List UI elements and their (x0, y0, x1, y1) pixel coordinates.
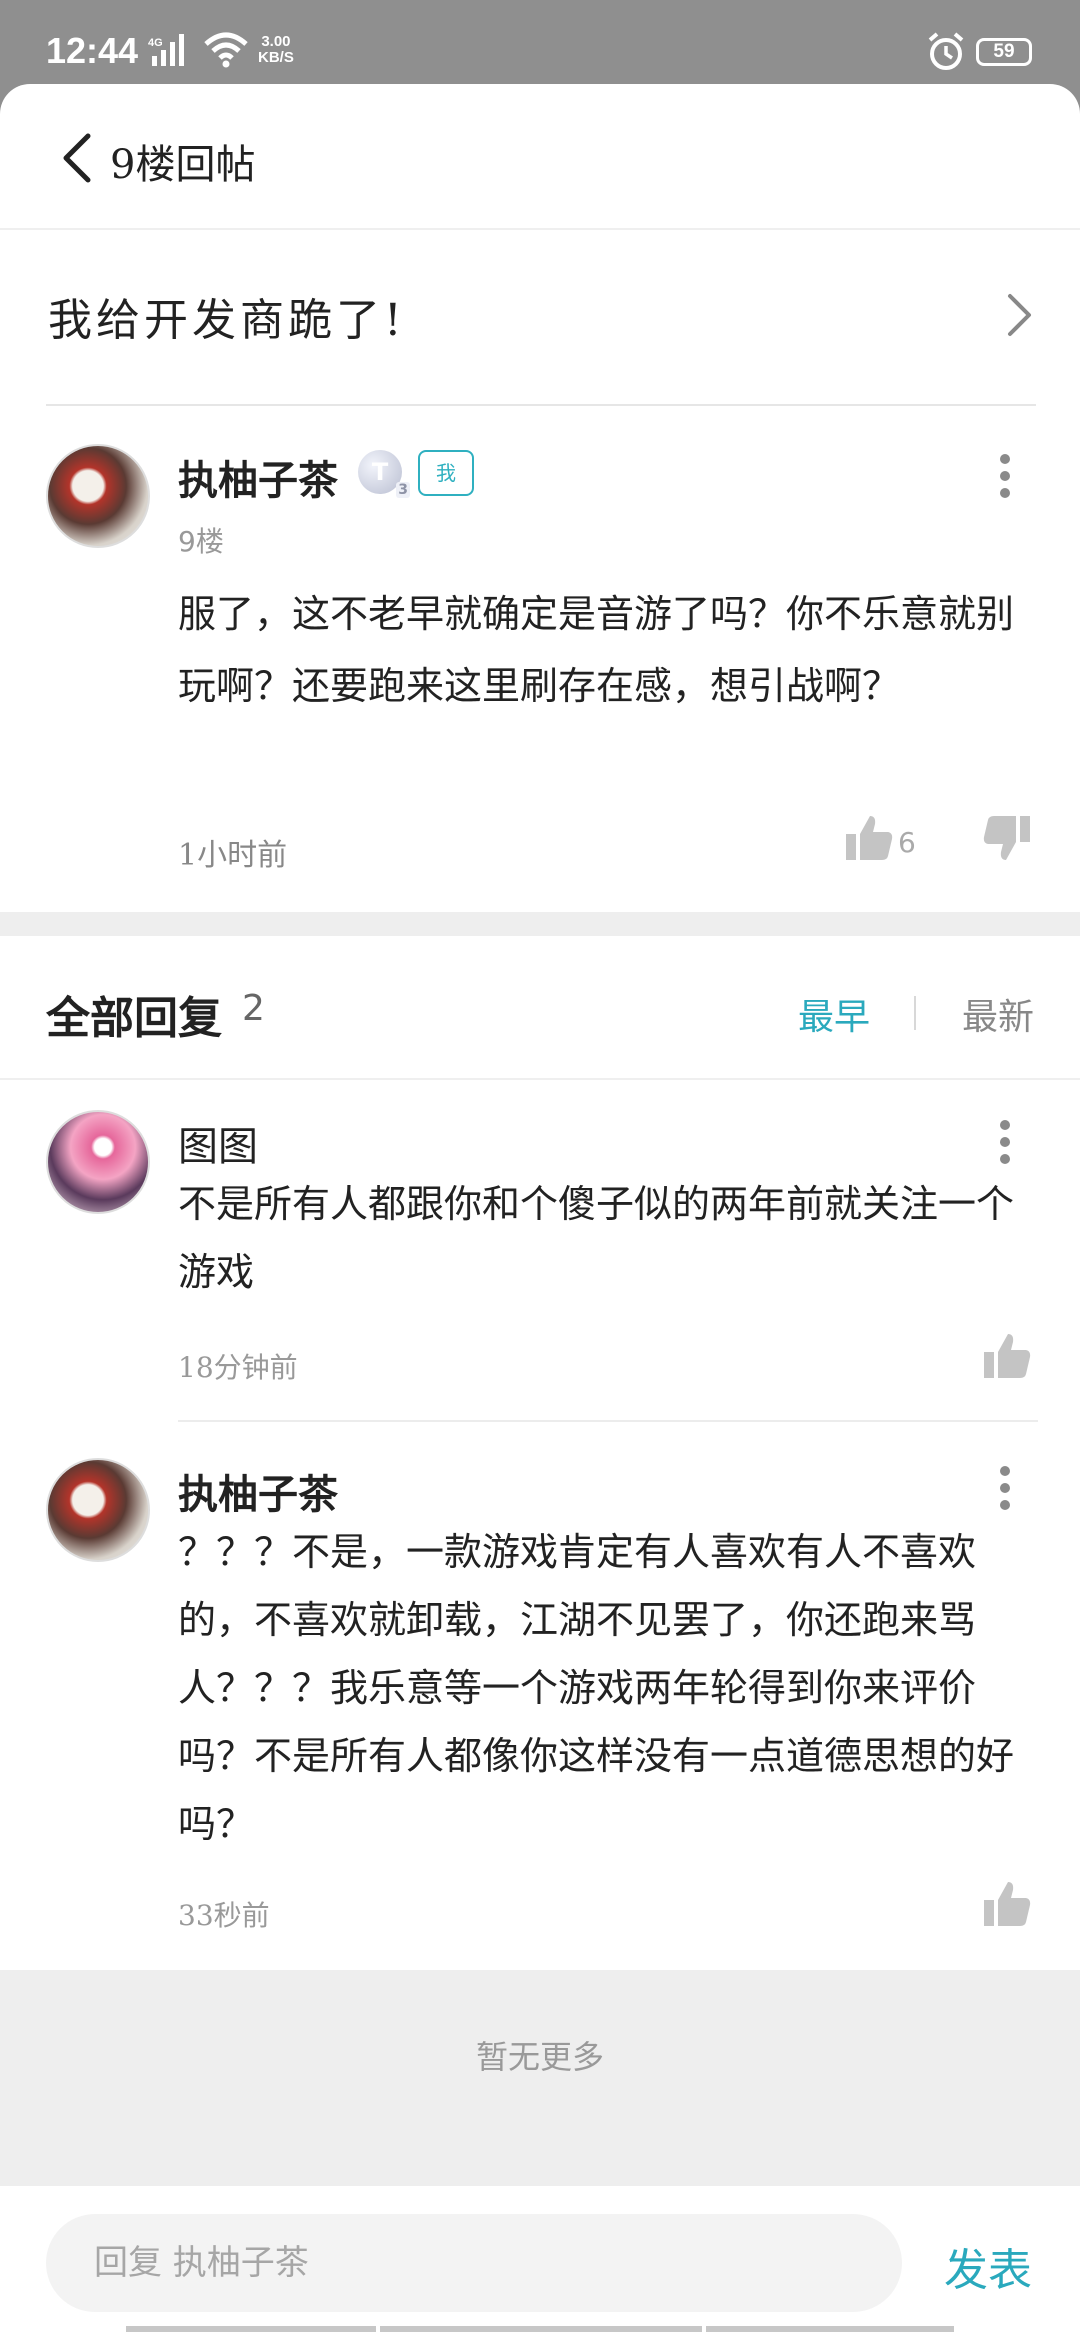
signal-icon: 4G (148, 34, 184, 66)
no-more-text: 暂无更多 (475, 2038, 604, 2076)
reply-input[interactable] (46, 2214, 902, 2312)
thread-link[interactable]: 我给开发商跪了! (0, 230, 1080, 408)
sort-earliest-tab[interactable]: 最早 (798, 988, 870, 1040)
speed-value: 3.00 (261, 33, 291, 50)
reply-time: 18分钟前 (178, 1351, 298, 1384)
level-letter: T (371, 458, 389, 486)
reply-time: 33秒前 (178, 1899, 270, 1932)
section-gap (0, 912, 1080, 936)
level-badge: T 3 (358, 450, 410, 498)
more-options-icon[interactable] (999, 1466, 1011, 1512)
reply-sheet: 9楼回帖 我给开发商跪了! 执柚子茶 T 3 我 9楼 服了，这不老早就确定是音… (0, 84, 1080, 2340)
avatar[interactable] (46, 444, 150, 548)
floor-label: 9楼 (178, 525, 224, 558)
nav-gesture-bar (126, 2326, 376, 2332)
replies-title: 全部回复 (46, 993, 222, 1044)
sort-separator (914, 996, 916, 1030)
header: 9楼回帖 (0, 84, 1080, 230)
alarm-icon (928, 32, 964, 70)
replies-count: 2 (242, 988, 265, 1029)
me-badge: 我 (418, 450, 474, 496)
more-options-icon[interactable] (999, 1120, 1011, 1166)
thumbs-up-icon[interactable] (982, 1332, 1032, 1380)
post-time: 1小时前 (178, 838, 288, 873)
nav-gesture-bar (706, 2326, 954, 2332)
thumbs-up-icon[interactable] (982, 1880, 1032, 1928)
thumbs-down-icon[interactable] (982, 814, 1032, 862)
post-username[interactable]: 执柚子茶 (178, 448, 338, 506)
thumbs-up-icon[interactable] (844, 814, 894, 862)
sort-newest-tab[interactable]: 最新 (962, 988, 1034, 1040)
divider (178, 1420, 1038, 1422)
post-content: 服了，这不老早就确定是音游了吗？你不乐意就别玩啊？还要跑来这里刷存在感，想引战啊… (178, 592, 1015, 708)
network-speed: 3.00 KB/S (258, 34, 294, 66)
status-bar: 12:44 4G 3.00 KB/S 59 (0, 0, 1080, 84)
reply-username[interactable]: 执柚子茶 (178, 1462, 338, 1520)
like-count: 6 (898, 826, 916, 859)
chevron-right-icon (1008, 294, 1031, 336)
replies-header: 全部回复 2 最早 最新 (0, 936, 1080, 1080)
thread-title: 我给开发商跪了! (48, 295, 406, 346)
speed-unit: KB/S (258, 49, 294, 66)
back-arrow-icon[interactable] (58, 130, 94, 186)
reply-username[interactable]: 图图 (178, 1114, 258, 1172)
reply-content: 不是所有人都跟你和个傻子似的两年前就关注一个游戏 (178, 1182, 1015, 1294)
level-number: 3 (396, 482, 410, 498)
nav-gesture-bar (380, 2326, 702, 2332)
send-button[interactable]: 发表 (944, 2234, 1032, 2298)
divider (46, 404, 1036, 406)
svg-text:4G: 4G (148, 37, 163, 49)
more-options-icon[interactable] (999, 454, 1011, 500)
reply-input-bar: 发表 (0, 2186, 1080, 2340)
wifi-icon (204, 32, 248, 68)
status-time: 12:44 (46, 30, 139, 71)
reply-content: ？？？不是，一款游戏肯定有人喜欢有人不喜欢的，不喜欢就卸载，江湖不见罢了，你还跑… (178, 1530, 1015, 1846)
battery-indicator: 59 (976, 38, 1032, 66)
avatar[interactable] (46, 1110, 150, 1214)
avatar[interactable] (46, 1458, 150, 1562)
page-title: 9楼回帖 (110, 142, 256, 188)
